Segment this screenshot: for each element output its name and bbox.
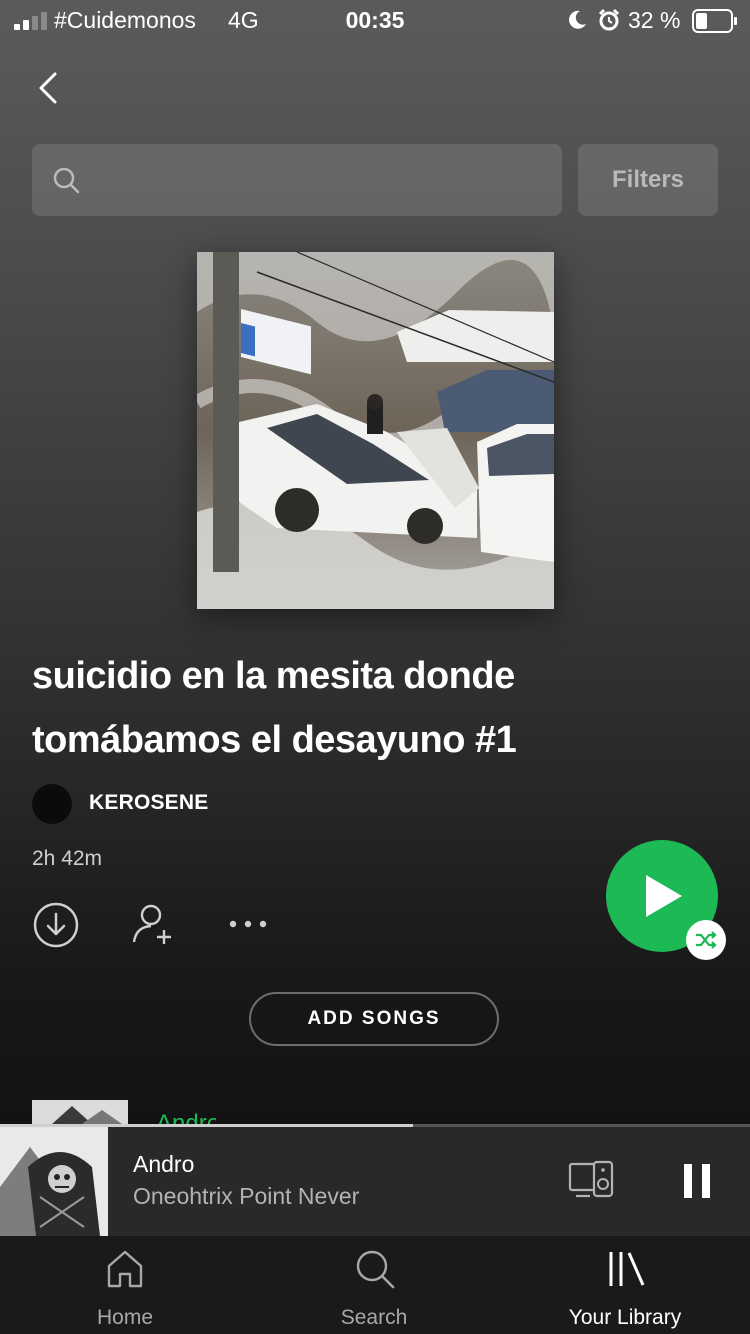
tab-home[interactable]: Home — [0, 1236, 250, 1334]
search-icon — [356, 1250, 395, 1289]
playback-progress — [0, 1124, 750, 1127]
add-songs-button[interactable]: ADD SONGS — [249, 992, 499, 1046]
moon-icon — [569, 10, 586, 29]
track-thumbnail[interactable] — [32, 1100, 128, 1124]
library-icon — [609, 1252, 645, 1286]
playlist-duration: 2h 42m — [32, 847, 103, 870]
search-icon — [53, 167, 80, 194]
home-icon — [107, 1250, 143, 1288]
tab-your-library[interactable]: Your Library — [500, 1236, 750, 1334]
playlist-title-line-1: suicidio en la mesita donde — [32, 655, 515, 697]
search-input[interactable] — [32, 144, 562, 216]
battery-percent: 32 % — [628, 7, 681, 33]
tab-search-label: Search — [340, 1306, 408, 1329]
owner-name[interactable]: KEROSENE — [89, 791, 208, 815]
pause-icon[interactable] — [682, 1162, 712, 1200]
playlist-title-line-2: tomábamos el desayuno #1 — [32, 719, 517, 761]
shuffle-button[interactable] — [686, 920, 726, 960]
now-playing-bar[interactable]: Andro Oneohtrix Point Never — [0, 1124, 750, 1236]
tab-home-label: Home — [96, 1306, 154, 1329]
chevron-left-icon[interactable] — [30, 68, 70, 108]
status-bar: #Cuidemonos 4G 00:35 32 % — [0, 0, 750, 44]
devices-icon[interactable] — [568, 1160, 616, 1200]
play-icon — [646, 875, 682, 917]
filters-button[interactable]: Filters — [578, 144, 718, 216]
now-playing-artwork — [0, 1127, 108, 1236]
tab-bar: Home Search Your Library — [0, 1236, 750, 1334]
battery-icon — [692, 9, 737, 33]
alarm-icon — [598, 8, 620, 31]
add-user-icon[interactable] — [130, 902, 176, 948]
more-icon[interactable] — [228, 918, 268, 930]
tab-your-library-label: Your Library — [568, 1306, 682, 1329]
owner-avatar[interactable] — [32, 784, 72, 824]
playlist-title: suicidio en la mesita donde tomábamos el… — [32, 644, 712, 772]
now-playing-track[interactable]: Andro — [133, 1151, 194, 1178]
track-title-peek[interactable]: Andro — [156, 1110, 216, 1124]
playlist-cover — [197, 252, 554, 609]
now-playing-artist[interactable]: Oneohtrix Point Never — [133, 1183, 359, 1210]
tab-search[interactable]: Search — [249, 1236, 499, 1334]
shuffle-icon — [696, 931, 717, 949]
download-icon[interactable] — [32, 901, 80, 949]
